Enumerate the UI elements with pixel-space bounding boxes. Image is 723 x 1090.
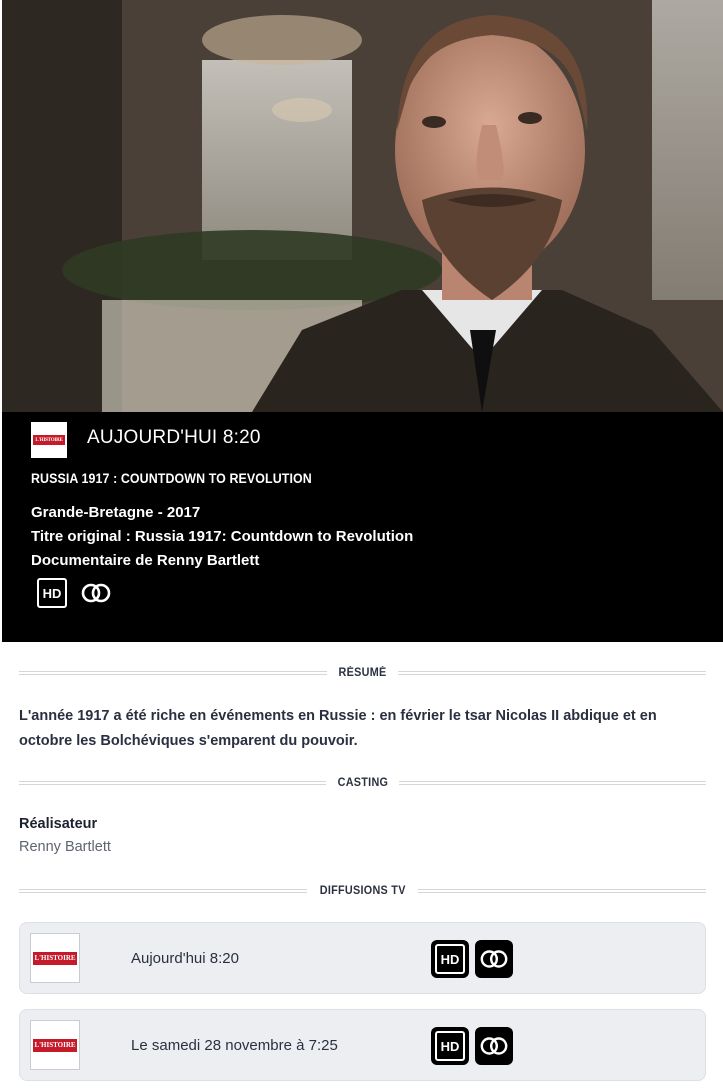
program-genre-director: Documentaire de Renny Bartlett	[31, 552, 260, 569]
broadcast-row[interactable]: L'HISTOIRE Le samedi 28 novembre à 7:25 …	[19, 1009, 706, 1081]
hd-badge: HD	[431, 1027, 469, 1065]
vm-icon	[480, 1037, 508, 1055]
hd-icon: HD	[37, 578, 67, 608]
channel-logo-text: L'HISTOIRE	[33, 951, 77, 965]
divider-line	[19, 889, 307, 893]
channel-logo: L'HISTOIRE	[31, 422, 67, 458]
vm-icon	[480, 950, 508, 968]
divider-line	[418, 889, 706, 893]
broadcast-row[interactable]: L'HISTOIRE Aujourd'hui 8:20 HD	[19, 922, 706, 994]
divider-line	[19, 781, 326, 785]
hero-illustration	[2, 0, 723, 412]
hd-badge: HD	[431, 940, 469, 978]
vm-badge	[475, 1027, 513, 1065]
casting-person[interactable]: Renny Bartlett	[19, 839, 111, 855]
section-title-diffusions: DIFFUSIONS TV	[319, 885, 406, 897]
section-header-resume: RÉSUMÉ	[19, 666, 707, 680]
divider-line	[19, 671, 327, 675]
program-info-panel: L'HISTOIRE AUJOURD'HUI 8:20 RUSSIA 1917 …	[2, 412, 723, 642]
program-summary: L'année 1917 a été riche en événements e…	[19, 708, 657, 749]
section-title-resume: RÉSUMÉ	[338, 667, 387, 679]
broadcast-time: Le samedi 28 novembre à 7:25	[131, 1037, 338, 1054]
section-header-casting: CASTING	[19, 776, 707, 790]
program-title: RUSSIA 1917 : COUNTDOWN TO REVOLUTION	[31, 471, 312, 486]
channel-logo: L'HISTOIRE	[30, 933, 80, 983]
broadcast-time: Aujourd'hui 8:20	[131, 950, 239, 967]
vm-badge	[475, 940, 513, 978]
casting-role: Réalisateur	[19, 816, 98, 832]
section-header-diffusions: DIFFUSIONS TV	[19, 884, 706, 898]
channel-logo: L'HISTOIRE	[30, 1020, 80, 1070]
channel-logo-text: L'HISTOIRE	[33, 435, 65, 445]
hd-icon: HD	[435, 1031, 465, 1061]
program-country-year: Grande-Bretagne - 2017	[31, 504, 201, 521]
hd-icon: HD	[435, 944, 465, 974]
airing-time: AUJOURD'HUI 8:20	[87, 427, 261, 448]
divider-line	[399, 781, 707, 785]
section-title-casting: CASTING	[337, 777, 388, 789]
channel-logo-text: L'HISTOIRE	[33, 1038, 77, 1052]
divider-line	[398, 671, 707, 675]
vm-icon	[81, 583, 111, 603]
program-hero-image	[2, 0, 723, 412]
program-original-title: Titre original : Russia 1917: Countdown …	[31, 528, 414, 545]
